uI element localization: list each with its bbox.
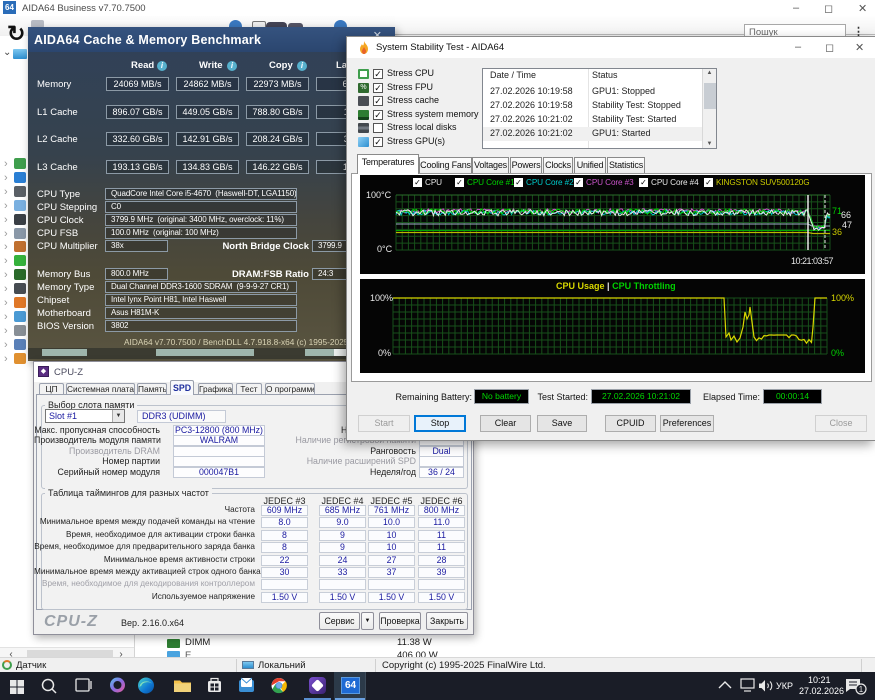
svg-text:1: 1: [859, 685, 864, 694]
